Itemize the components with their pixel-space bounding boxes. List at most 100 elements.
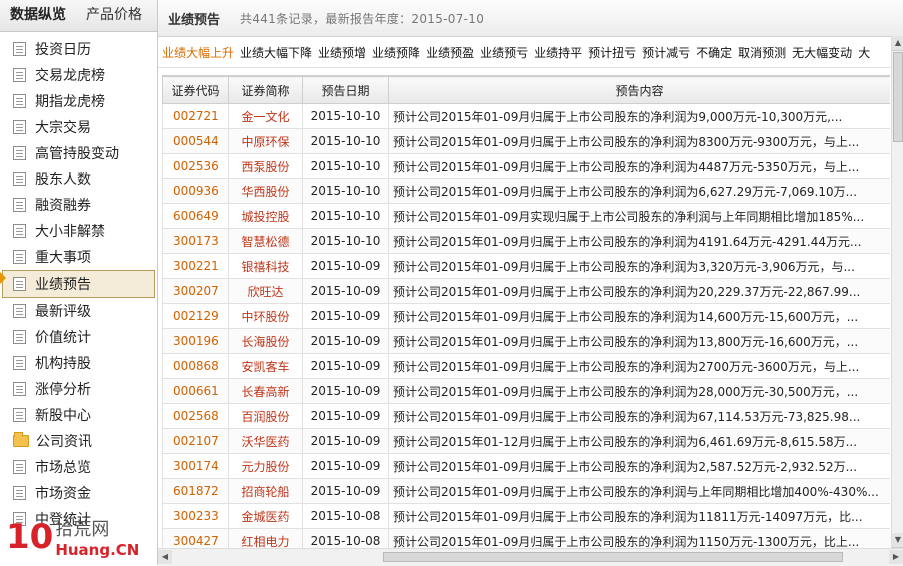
vertical-scroll-thumb[interactable] [893, 52, 903, 142]
filter-more[interactable]: 大 [858, 44, 870, 61]
scroll-left-icon[interactable]: ◀ [158, 550, 172, 564]
table-row[interactable]: 002536 西泵股份 2015-10-10 预计公司2015年01-09月归属于上市… [162, 153, 890, 179]
cell-code[interactable]: 600649 [162, 203, 229, 229]
sidebar-item-dragon-tiger[interactable]: 交易龙虎榜 [0, 62, 157, 88]
cell-code[interactable]: 002721 [162, 103, 229, 129]
cell-code[interactable]: 002129 [162, 303, 229, 329]
filter-no-big-change[interactable]: 无大幅变动 [792, 44, 852, 61]
sidebar-item-limit-up-analysis[interactable]: 涨停分析 [0, 376, 157, 402]
sidebar-item-major-events[interactable]: 重大事项 [0, 244, 157, 270]
cell-code[interactable]: 000661 [162, 378, 229, 404]
cell-name[interactable]: 欣旺达 [228, 278, 303, 304]
table-row[interactable]: 300207 欣旺达 2015-10-09 预计公司2015年01-09月归属于上市公… [162, 278, 890, 304]
table-row[interactable]: 300174 元力股份 2015-10-09 预计公司2015年01-09月归属于上市… [162, 453, 890, 479]
filter-loss-reduction[interactable]: 预计减亏 [642, 44, 690, 61]
scroll-down-icon[interactable]: ▼ [892, 533, 903, 548]
sidebar-item-market-overview[interactable]: 市场总览 [0, 454, 157, 480]
cell-name[interactable]: 长春高新 [228, 378, 303, 404]
cell-code[interactable]: 002536 [162, 153, 229, 179]
sidebar-item-ipo-center[interactable]: 新股中心 [0, 402, 157, 428]
table-row[interactable]: 000868 安凯客车 2015-10-09 预计公司2015年01-09月归属于上市… [162, 353, 890, 379]
column-header-name[interactable]: 证券简称 [228, 76, 303, 104]
table-row[interactable]: 002568 百润股份 2015-10-09 预计公司2015年01-09月归属于上市… [162, 403, 890, 429]
cell-name[interactable]: 中环股份 [228, 303, 303, 329]
sidebar-item-company-news[interactable]: 公司资讯 [0, 428, 157, 454]
filter-flat[interactable]: 业绩持平 [534, 44, 582, 61]
table-row[interactable]: 300221 银禧科技 2015-10-09 预计公司2015年01-09月归属于上市… [162, 253, 890, 279]
horizontal-scrollbar[interactable]: ◀ ▶ [158, 548, 903, 566]
cell-code[interactable]: 300173 [162, 228, 229, 254]
cell-name[interactable]: 安凯客车 [228, 353, 303, 379]
sidebar-item-value-stats[interactable]: 价值统计 [0, 324, 157, 350]
cell-name[interactable]: 华西股份 [228, 178, 303, 204]
cell-code[interactable]: 300233 [162, 503, 229, 529]
sidebar-item-market-funds[interactable]: 市场资金 [0, 480, 157, 506]
sidebar-item-shareholders[interactable]: 股东人数 [0, 166, 157, 192]
table-row[interactable]: 000936 华西股份 2015-10-10 预计公司2015年01-09月归属于上市… [162, 178, 890, 204]
table-row[interactable]: 300427 红相电力 2015-10-08 预计公司2015年01-09月归属于上市… [162, 528, 890, 548]
panel-header: 业绩预告 共441条记录，最新报告年度：2015-07-10 [158, 0, 903, 37]
cell-name[interactable]: 智慧松德 [228, 228, 303, 254]
filter-pre-profit[interactable]: 业绩预盈 [426, 44, 474, 61]
column-header-code[interactable]: 证券代码 [162, 76, 229, 104]
filter-big-drop[interactable]: 业绩大幅下降 [240, 44, 312, 61]
column-header-date[interactable]: 预告日期 [302, 76, 389, 104]
sidebar-item-institutional-holding[interactable]: 机构持股 [0, 350, 157, 376]
table-row[interactable]: 300233 金城医药 2015-10-08 预计公司2015年01-09月归属于上市… [162, 503, 890, 529]
cell-name[interactable]: 中原环保 [228, 128, 303, 154]
table-row[interactable]: 300173 智慧松德 2015-10-10 预计公司2015年01-09月归属于上市… [162, 228, 890, 254]
cell-code[interactable]: 300207 [162, 278, 229, 304]
cell-code[interactable]: 300196 [162, 328, 229, 354]
sidebar-item-futures-dragon-tiger[interactable]: 期指龙虎榜 [0, 88, 157, 114]
tab-data-overview[interactable]: 数据纵览 [0, 0, 76, 31]
filter-big-rise[interactable]: 业绩大幅上升 [162, 44, 234, 61]
cell-name[interactable]: 长海股份 [228, 328, 303, 354]
table-row[interactable]: 000544 中原环保 2015-10-10 预计公司2015年01-09月归属于上市… [162, 128, 890, 154]
cell-code[interactable]: 000936 [162, 178, 229, 204]
filter-cancelled[interactable]: 取消预测 [738, 44, 786, 61]
filter-pre-loss[interactable]: 业绩预亏 [480, 44, 528, 61]
filter-uncertain[interactable]: 不确定 [696, 44, 732, 61]
cell-name[interactable]: 百润股份 [228, 403, 303, 429]
sidebar-item-latest-rating[interactable]: 最新评级 [0, 298, 157, 324]
cell-name[interactable]: 西泵股份 [228, 153, 303, 179]
cell-name[interactable]: 金一文化 [228, 103, 303, 129]
cell-code[interactable]: 300174 [162, 453, 229, 479]
horizontal-scroll-thumb[interactable] [383, 552, 843, 562]
cell-name[interactable]: 沃华医药 [228, 428, 303, 454]
table-row[interactable]: 600649 城投控股 2015-10-10 预计公司2015年01-09月实现归属于… [162, 203, 890, 229]
table-row[interactable]: 002129 中环股份 2015-10-09 预计公司2015年01-09月归属于上市… [162, 303, 890, 329]
cell-name[interactable]: 红相电力 [228, 528, 303, 548]
sidebar-item-margin-trading[interactable]: 融资融券 [0, 192, 157, 218]
column-header-content[interactable]: 预告内容 [388, 76, 890, 104]
cell-code[interactable]: 300427 [162, 528, 229, 548]
cell-code[interactable]: 000544 [162, 128, 229, 154]
sidebar-item-executive-holding[interactable]: 高管持股变动 [0, 140, 157, 166]
cell-code[interactable]: 000868 [162, 353, 229, 379]
sidebar-item-lockup-expiry[interactable]: 大小非解禁 [0, 218, 157, 244]
cell-code[interactable]: 601872 [162, 478, 229, 504]
table-row[interactable]: 300196 长海股份 2015-10-09 预计公司2015年01-09月归属于上市… [162, 328, 890, 354]
vertical-scrollbar[interactable]: ▲ ▼ [891, 36, 903, 548]
table-row[interactable]: 601872 招商轮船 2015-10-09 预计公司2015年01-09月归属于上市… [162, 478, 890, 504]
cell-name[interactable]: 城投控股 [228, 203, 303, 229]
sidebar-item-earnings-forecast[interactable]: 业绩预告 [2, 270, 155, 298]
filter-pre-increase[interactable]: 业绩预增 [318, 44, 366, 61]
filter-turnaround[interactable]: 预计扭亏 [588, 44, 636, 61]
table-row[interactable]: 002721 金一文化 2015-10-10 预计公司2015年01-09月归属于上市… [162, 103, 890, 129]
cell-name[interactable]: 元力股份 [228, 453, 303, 479]
scroll-right-icon[interactable]: ▶ [889, 550, 903, 564]
sidebar-item-block-trade[interactable]: 大宗交易 [0, 114, 157, 140]
cell-code[interactable]: 002107 [162, 428, 229, 454]
table-row[interactable]: 002107 沃华医药 2015-10-09 预计公司2015年01-12月归属于上市… [162, 428, 890, 454]
filter-pre-decrease[interactable]: 业绩预降 [372, 44, 420, 61]
table-row[interactable]: 000661 长春高新 2015-10-09 预计公司2015年01-09月归属于上市… [162, 378, 890, 404]
cell-code[interactable]: 002568 [162, 403, 229, 429]
cell-name[interactable]: 银禧科技 [228, 253, 303, 279]
cell-name[interactable]: 金城医药 [228, 503, 303, 529]
sidebar-item-investment-calendar[interactable]: 投资日历 [0, 36, 157, 62]
cell-name[interactable]: 招商轮船 [228, 478, 303, 504]
tab-product-price[interactable]: 产品价格 [76, 0, 152, 31]
scroll-up-icon[interactable]: ▲ [892, 36, 903, 51]
cell-code[interactable]: 300221 [162, 253, 229, 279]
